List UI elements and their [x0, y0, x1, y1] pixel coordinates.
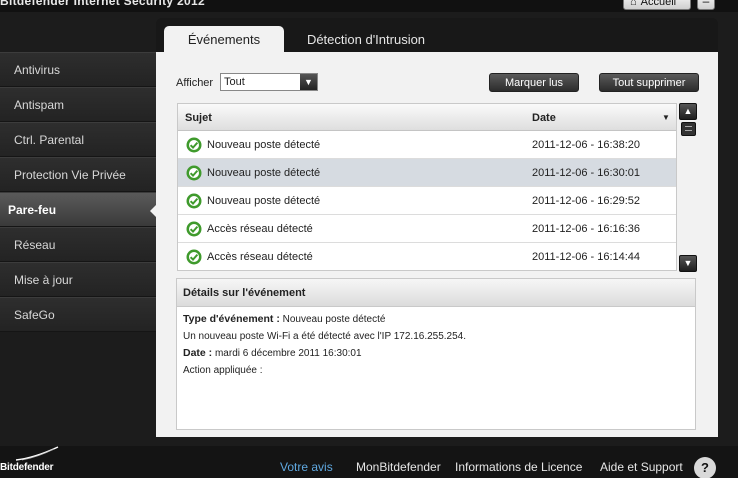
event-check-icon	[186, 165, 202, 181]
delete-all-button[interactable]: Tout supprimer	[599, 73, 699, 92]
event-date-label: Date :	[183, 347, 213, 359]
tab-intrusion-detection[interactable]: Détection d'Intrusion	[294, 26, 438, 52]
table-header: Sujet Date ▼	[178, 104, 676, 131]
help-icon[interactable]: ?	[694, 457, 716, 478]
sidebar-item-firewall[interactable]: Pare-feu	[0, 192, 158, 227]
sidebar-item-update[interactable]: Mise à jour	[0, 262, 158, 297]
event-details-panel: Détails sur l'événement Type d'événement…	[176, 278, 696, 430]
sidebar-item-label: Réseau	[14, 237, 56, 252]
mark-read-button[interactable]: Marquer lus	[489, 73, 579, 92]
table-row[interactable]: Nouveau poste détecté 2011-12-06 - 16:30…	[178, 159, 676, 187]
row-subject: Nouveau poste détecté	[207, 167, 321, 179]
table-row[interactable]: Nouveau poste détecté 2011-12-06 - 16:38…	[178, 131, 676, 159]
sidebar-item-antispam[interactable]: Antispam	[0, 87, 158, 122]
event-description: Un nouveau poste Wi-Fi a été détecté ave…	[183, 331, 467, 342]
sidebar: Antivirus Antispam Ctrl. Parental Protec…	[0, 52, 158, 332]
tab-bar: Événements Détection d'Intrusion	[156, 18, 718, 52]
sidebar-item-label: Antivirus	[14, 62, 61, 77]
event-date-value: mardi 6 décembre 2011 16:30:01	[214, 348, 362, 359]
sort-arrow-icon[interactable]: ▼	[662, 113, 670, 122]
chevron-down-icon[interactable]: ▼	[300, 74, 317, 90]
home-button[interactable]: ⌂ Accueil	[623, 0, 691, 10]
row-subject: Accès réseau détecté	[207, 223, 313, 235]
sidebar-item-network[interactable]: Réseau	[0, 227, 158, 262]
sidebar-item-label: Ctrl. Parental	[14, 132, 85, 147]
sidebar-item-label: Pare-feu	[8, 202, 57, 217]
filter-value: Tout	[224, 76, 245, 88]
sidebar-item-parental-control[interactable]: Ctrl. Parental	[0, 122, 158, 157]
event-check-icon	[186, 193, 202, 209]
details-body: Type d'événement : Nouveau poste détecté…	[177, 307, 695, 383]
home-icon: ⌂	[630, 0, 637, 8]
scroll-up-button[interactable]: ▲	[679, 103, 697, 120]
home-label: Accueil	[640, 0, 677, 8]
column-header-subject[interactable]: Sujet	[185, 112, 212, 124]
tab-content: Afficher Tout ▼ Marquer lus Tout supprim…	[156, 52, 718, 437]
scroll-down-button[interactable]: ▼	[679, 255, 697, 272]
brand-logo-icon	[15, 446, 59, 461]
details-title: Détails sur l'événement	[177, 279, 695, 307]
help-support-link[interactable]: Aide et Support	[600, 460, 683, 474]
event-action-label: Action appliquée :	[183, 365, 263, 376]
scrollbar-thumb[interactable]	[681, 122, 696, 136]
main-panel: Événements Détection d'Intrusion Affiche…	[156, 18, 718, 437]
row-date: 2011-12-06 - 16:29:52	[532, 195, 641, 207]
row-date: 2011-12-06 - 16:38:20	[532, 139, 641, 151]
event-type-value: Nouveau poste détecté	[282, 314, 386, 325]
row-date: 2011-12-06 - 16:16:36	[532, 223, 641, 235]
row-date: 2011-12-06 - 16:30:01	[532, 167, 641, 179]
feedback-link[interactable]: Votre avis	[280, 460, 333, 474]
license-info-link[interactable]: Informations de Licence	[455, 460, 582, 474]
column-header-date[interactable]: Date	[532, 112, 556, 124]
sidebar-item-label: SafeGo	[14, 307, 55, 322]
event-check-icon	[186, 221, 202, 237]
event-type-label: Type d'événement :	[183, 313, 280, 325]
sidebar-item-privacy[interactable]: Protection Vie Privée	[0, 157, 158, 192]
row-subject: Nouveau poste détecté	[207, 195, 321, 207]
event-check-icon	[186, 137, 202, 153]
row-date: 2011-12-06 - 16:14:44	[532, 251, 641, 263]
table-row[interactable]: Accès réseau détecté 2011-12-06 - 16:16:…	[178, 215, 676, 243]
app-title: Bitdefender Internet Security 2012	[0, 0, 205, 8]
table-row[interactable]: Nouveau poste détecté 2011-12-06 - 16:29…	[178, 187, 676, 215]
table-row[interactable]: Accès réseau détecté 2011-12-06 - 16:14:…	[178, 243, 676, 270]
sidebar-item-label: Protection Vie Privée	[14, 167, 126, 182]
title-bar: Bitdefender Internet Security 2012 ⌂ Acc…	[0, 0, 738, 12]
sidebar-item-label: Antispam	[14, 97, 65, 112]
minimize-button[interactable]: –	[697, 0, 715, 10]
row-subject: Nouveau poste détecté	[207, 139, 321, 151]
filter-select[interactable]: Tout ▼	[220, 73, 318, 91]
tab-events[interactable]: Événements	[164, 26, 284, 52]
sidebar-item-antivirus[interactable]: Antivirus	[0, 52, 158, 87]
sidebar-item-safego[interactable]: SafeGo	[0, 297, 158, 332]
sidebar-item-label: Mise à jour	[14, 272, 73, 287]
brand-name: Bitdefender	[0, 462, 54, 473]
row-subject: Accès réseau détecté	[207, 251, 313, 263]
mybitdefender-link[interactable]: MonBitdefender	[356, 460, 441, 474]
events-table: Sujet Date ▼ Nouveau poste détecté 2011-…	[177, 103, 677, 271]
footer: Bitdefender Votre avis MonBitdefender In…	[0, 446, 738, 478]
filter-label: Afficher	[176, 77, 214, 89]
event-check-icon	[186, 249, 202, 265]
